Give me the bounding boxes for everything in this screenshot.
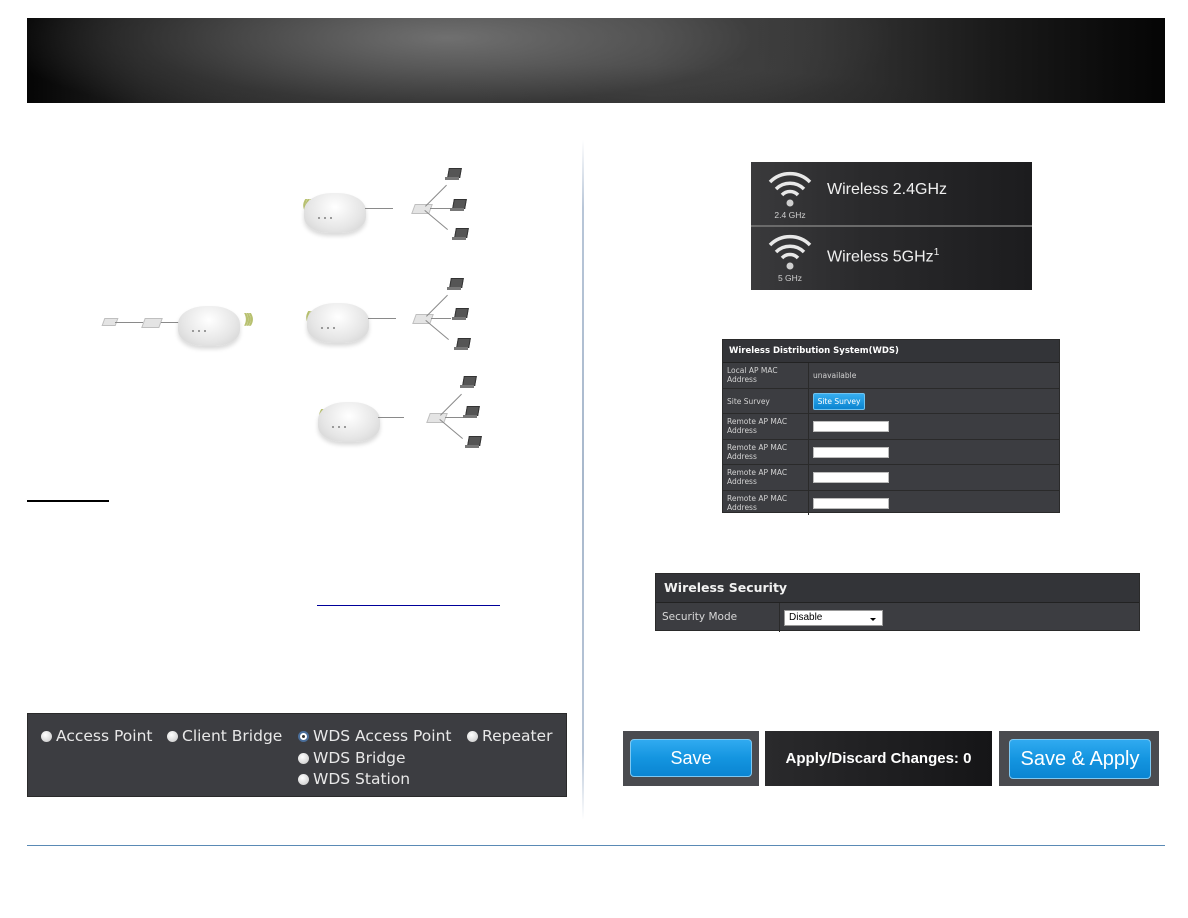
radio-label: Access Point xyxy=(56,727,153,745)
row-label: Remote AP MAC Address xyxy=(727,468,788,486)
wireless-security-panel: Wireless Security Security Mode Disable xyxy=(655,573,1140,632)
table-row: Local AP MAC Address unavailable xyxy=(723,363,1059,389)
table-row: Remote AP MAC Address xyxy=(723,439,1059,465)
link-line xyxy=(426,294,448,317)
link-line xyxy=(368,318,396,319)
band-label: Wireless 2.4GHz xyxy=(827,181,948,198)
laptop-icon xyxy=(452,308,469,320)
wds-settings-table: Wireless Distribution System(WDS) Local … xyxy=(722,339,1060,515)
link-line xyxy=(115,322,143,323)
table-row: Site Survey Site Survey xyxy=(723,388,1059,414)
laptop-icon xyxy=(445,168,462,180)
wds-title: Wireless Distribution System(WDS) xyxy=(723,340,1059,363)
row-label: Remote AP MAC Address xyxy=(727,442,788,461)
security-title: Wireless Security xyxy=(656,574,1139,603)
band-icon-label: 5 GHz xyxy=(777,273,803,283)
laptop-icon xyxy=(447,278,464,290)
security-mode-label: Security Mode xyxy=(662,611,738,623)
remote-ap-mac-input-1[interactable] xyxy=(813,421,889,432)
chevron-down-icon xyxy=(870,618,876,621)
radio-selected-icon[interactable] xyxy=(298,730,309,742)
access-point-icon xyxy=(304,193,366,233)
footer-rule xyxy=(27,845,1165,846)
table-row: Remote AP MAC Address xyxy=(723,465,1059,491)
wireless-band-menu: 2.4 GHz Wireless 2.4GHz 5 GHz Wireless 5… xyxy=(751,162,1032,290)
radio-icon[interactable] xyxy=(41,730,52,742)
security-mode-row: Security Mode Disable xyxy=(656,603,1139,632)
row-label: Local AP MAC Address xyxy=(727,366,778,384)
laptop-icon xyxy=(465,436,482,448)
switch-icon xyxy=(411,204,433,214)
laptop-icon xyxy=(450,199,467,211)
radio-icon[interactable] xyxy=(298,773,309,785)
radio-label: WDS Station xyxy=(313,770,411,788)
switch-icon xyxy=(412,314,434,324)
remote-ap-mac-input-3[interactable] xyxy=(813,472,889,483)
hyperlink-underline[interactable] xyxy=(317,605,500,606)
radio-wds-bridge[interactable]: WDS Bridge xyxy=(298,749,406,767)
footnote-marker: 1 xyxy=(933,247,940,258)
laptop-icon xyxy=(452,228,469,240)
radio-label: Client Bridge xyxy=(182,727,283,745)
radio-access-point[interactable]: Access Point xyxy=(41,727,152,745)
radio-icon[interactable] xyxy=(298,752,309,764)
link-line xyxy=(425,320,449,341)
radio-icon[interactable] xyxy=(467,730,478,742)
table-row: Remote AP MAC Address xyxy=(723,490,1059,515)
link-line xyxy=(424,210,448,231)
access-point-icon xyxy=(318,402,380,442)
save-button[interactable]: Save xyxy=(630,739,752,777)
save-apply-button[interactable]: Save & Apply xyxy=(1009,739,1151,779)
link-line xyxy=(440,393,462,416)
link-line xyxy=(430,208,450,209)
radio-icon[interactable] xyxy=(167,730,178,742)
apply-discard-changes-button[interactable]: Apply/Discard Changes: 0 xyxy=(765,731,992,786)
wifi-icon: 5 GHz xyxy=(767,231,813,283)
local-ap-mac-value: unavailable xyxy=(813,371,857,380)
menu-item-wireless-2-4ghz[interactable]: 2.4 GHz Wireless 2.4GHz xyxy=(751,162,1032,225)
wifi-icon: 2.4 GHz xyxy=(767,168,813,220)
link-line xyxy=(431,318,451,319)
selected-value: Disable xyxy=(789,612,823,623)
radio-wds-access-point[interactable]: WDS Access Point xyxy=(298,727,452,745)
row-label: Remote AP MAC Address xyxy=(727,417,788,435)
laptop-icon xyxy=(454,338,471,350)
remote-ap-mac-input-4[interactable] xyxy=(813,497,889,509)
radio-wds-station[interactable]: WDS Station xyxy=(298,770,410,788)
router-icon xyxy=(141,318,163,328)
band-icon-label: 2.4 GHz xyxy=(774,210,806,220)
switch-icon xyxy=(426,413,448,423)
menu-item-wireless-5ghz[interactable]: 5 GHz Wireless 5GHz1 xyxy=(751,227,1032,290)
radio-label: WDS Bridge xyxy=(313,749,406,767)
security-mode-select[interactable]: Disable xyxy=(784,610,883,626)
access-point-icon xyxy=(307,303,369,343)
laptop-icon xyxy=(460,376,477,388)
wireless-signal-icon: ))) xyxy=(243,312,254,328)
table-row: Remote AP MAC Address xyxy=(723,414,1059,440)
site-survey-button[interactable]: Site Survey xyxy=(813,392,865,410)
row-label: Site Survey xyxy=(727,396,770,406)
column-divider xyxy=(582,140,584,820)
save-button-tile: Save xyxy=(623,731,759,786)
laptop-icon xyxy=(463,406,480,418)
radio-label: Repeater xyxy=(482,727,553,745)
link-line xyxy=(378,417,404,418)
link-line xyxy=(445,417,465,418)
link-line xyxy=(365,208,393,209)
operation-mode-panel: Access Point Client Bridge WDS Access Po… xyxy=(27,713,567,797)
save-apply-button-tile: Save & Apply xyxy=(999,731,1159,786)
access-point-icon xyxy=(178,306,240,346)
row-label: Remote AP MAC Address xyxy=(727,493,788,512)
header-banner xyxy=(27,18,1165,103)
band-label-wrap: Wireless 5GHz1 xyxy=(827,247,939,266)
radio-label: WDS Access Point xyxy=(313,727,452,745)
link-line xyxy=(439,419,463,440)
radio-repeater[interactable]: Repeater xyxy=(467,727,552,745)
remote-ap-mac-input-2[interactable] xyxy=(813,446,889,458)
link-line xyxy=(425,184,447,207)
section-heading-underline xyxy=(27,500,109,502)
band-label: Wireless 5GHz xyxy=(827,248,934,266)
radio-client-bridge[interactable]: Client Bridge xyxy=(167,727,282,745)
